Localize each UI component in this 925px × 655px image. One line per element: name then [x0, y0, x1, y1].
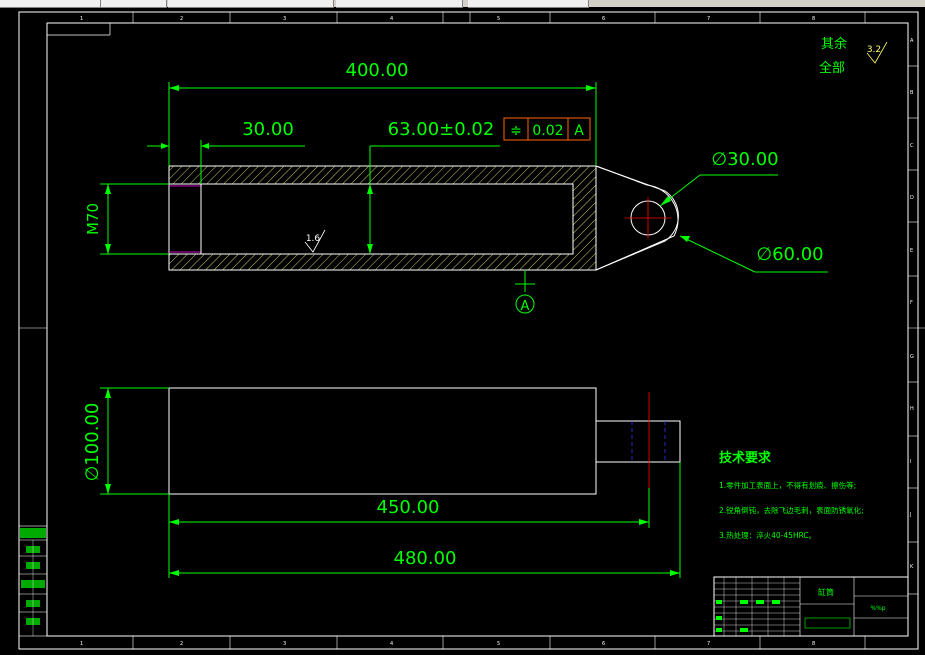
drawing-border: [18, 11, 925, 650]
left-revision-strip: [18, 525, 48, 637]
row-letter: I: [910, 459, 911, 465]
col-number: 2: [180, 16, 183, 22]
col-number: 4: [390, 641, 393, 647]
row-letter: D: [910, 195, 914, 201]
row-letter: F: [910, 300, 913, 306]
dim-body-dia: ∅100.00: [82, 403, 103, 482]
col-number: 6: [602, 16, 605, 22]
title-block[interactable]: 缸筒 %%p: [713, 576, 909, 637]
roughness-label-2: 全部: [819, 60, 845, 76]
section-view[interactable]: [168, 165, 679, 271]
dim-ear-dia: ∅60.00: [756, 244, 823, 265]
roughness-general-value: 3.2: [867, 45, 881, 55]
tech-title: 技术要求: [719, 450, 772, 466]
col-number: 4: [390, 16, 393, 22]
dim-m70: M70: [84, 203, 102, 235]
row-letter: G: [910, 354, 914, 360]
tech-item-1: 1.零件加工表面上，不得有划痕、擦伤等;: [719, 480, 856, 490]
col-number: 5: [497, 16, 500, 22]
col-number: 8: [812, 641, 815, 647]
col-number: 3: [283, 641, 286, 647]
col-number: 3: [283, 16, 286, 22]
row-letter: B: [910, 90, 914, 96]
col-number: 1: [80, 16, 83, 22]
col-number: 5: [497, 641, 500, 647]
title-part-code: %%p: [870, 605, 885, 612]
dim-450: 450.00: [377, 497, 440, 518]
title-part-name: 缸筒: [818, 587, 834, 597]
dim-63: 63.00±0.02: [388, 119, 495, 140]
row-letter: J: [909, 512, 911, 518]
roughness-general: 其余 全部 3.2: [819, 36, 888, 76]
tolerance-value: 0.02: [532, 123, 563, 139]
row-letter: H: [910, 406, 914, 412]
zone-labels: 1 2 3 4 5 6 7 8 1 2 3 4 5 6 7 8 A B C D …: [80, 16, 914, 647]
dim-400: 400.00: [346, 60, 409, 81]
row-letter: K: [910, 564, 914, 570]
col-number: 7: [707, 16, 710, 22]
col-number: 8: [812, 16, 815, 22]
row-letter: C: [910, 143, 914, 149]
row-letter: E: [910, 248, 913, 254]
tolerance-frame[interactable]: ≑ 0.02 A: [503, 117, 591, 141]
roughness-label-1: 其余: [821, 36, 847, 52]
tech-requirements: 技术要求 1.零件加工表面上，不得有划痕、擦伤等; 2.锐角倒钝，去除飞边毛刺，…: [719, 450, 864, 540]
tech-item-2: 2.锐角倒钝，去除飞边毛刺，表面防锈氧化;: [719, 505, 864, 515]
dim-30: 30.00: [242, 119, 294, 140]
col-number: 1: [80, 641, 83, 647]
roughness-local-value: 1.6: [306, 234, 321, 244]
cad-drawing-canvas[interactable]: 1 2 3 4 5 6 7 8 1 2 3 4 5 6 7 8 A B C D …: [0, 0, 925, 655]
tolerance-datum: A: [574, 123, 584, 139]
dim-480: 480.00: [394, 548, 457, 569]
col-number: 6: [602, 641, 605, 647]
dim-hole-dia: ∅30.00: [711, 149, 778, 170]
datum-marker: A: [521, 299, 530, 314]
row-letter: A: [910, 38, 914, 44]
side-view[interactable]: [168, 387, 681, 495]
tech-item-3: 3.热处理：淬火40-45HRC。: [719, 530, 816, 540]
col-number: 2: [180, 641, 183, 647]
col-number: 7: [707, 641, 710, 647]
symmetry-symbol: ≑: [510, 123, 522, 139]
